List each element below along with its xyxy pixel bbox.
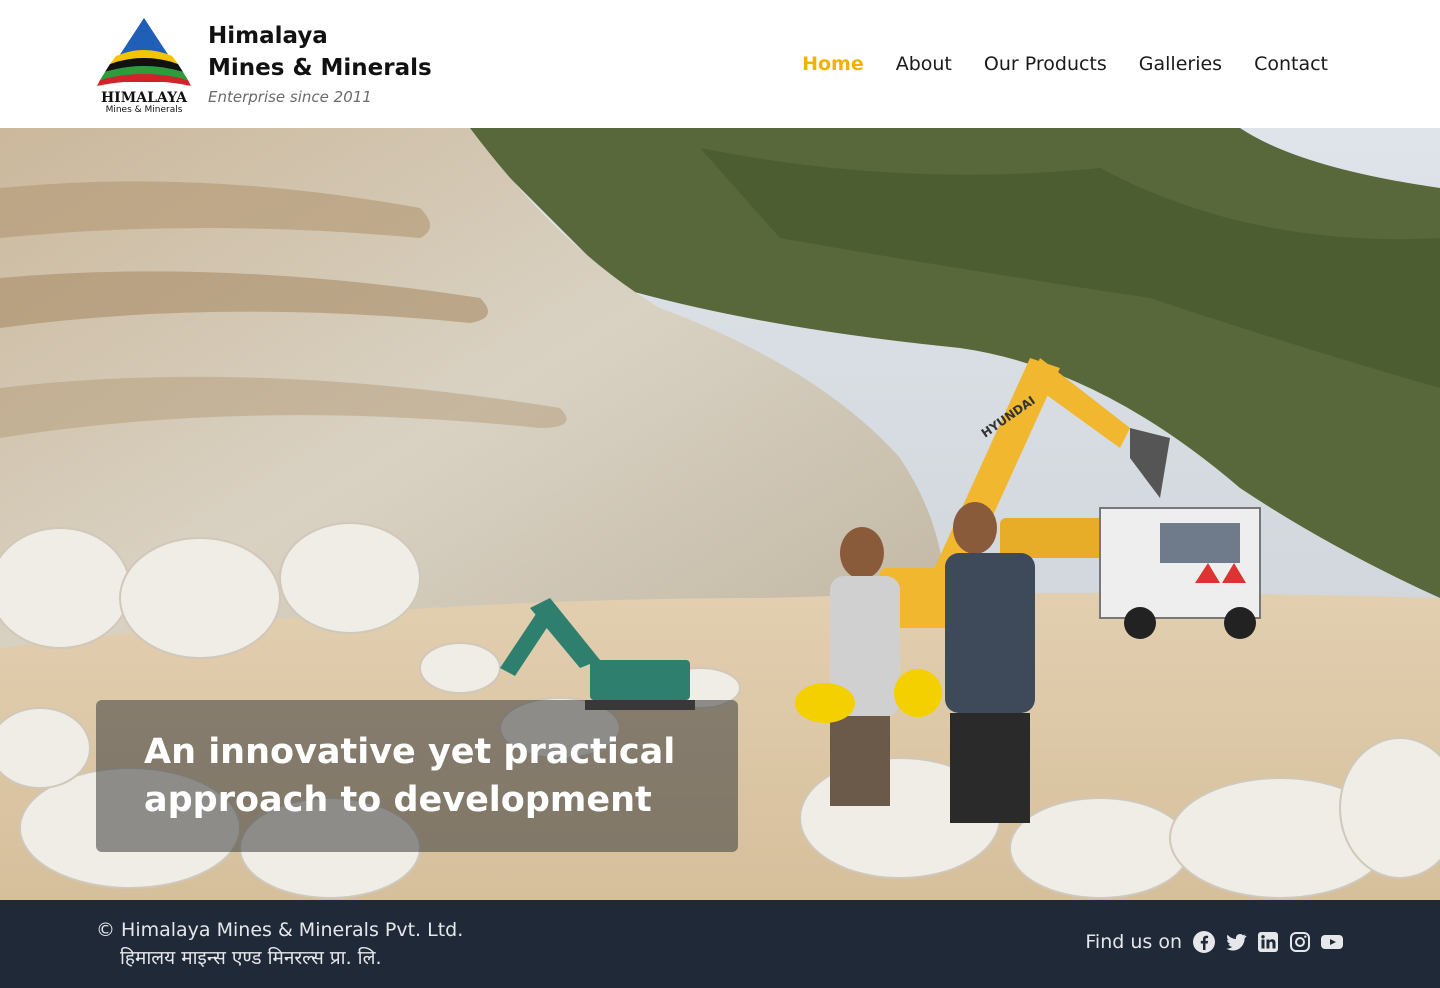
twitter-icon[interactable] [1224,930,1248,954]
linkedin-icon[interactable] [1256,930,1280,954]
social-links: Find us on [1085,930,1344,954]
logo-mountain-icon: HIMALAYA Mines & Minerals [97,18,191,115]
brand-name-line2[interactable]: Mines & Minerals [208,52,432,84]
nav-contact[interactable]: Contact [1254,50,1328,78]
hero-banner: HYUNDAI An innovative yet practical appr… [0,128,1440,900]
hero-caption-box: An innovative yet practical approach to … [96,700,738,852]
copyright-en: © Himalaya Mines & Minerals Pvt. Ltd. [96,919,464,941]
site-header: HIMALAYA Mines & Minerals Himalaya Mines… [0,0,1440,128]
main-nav: Home About Our Products Galleries Contac… [802,50,1328,78]
logo-subtext: Mines & Minerals [106,105,183,114]
nav-our-products[interactable]: Our Products [984,50,1107,78]
company-logo[interactable]: HIMALAYA Mines & Minerals [96,16,192,115]
hero-caption-line1: An innovative yet practical [144,732,676,772]
hero-caption-line2: approach to development [144,780,652,820]
find-us-label: Find us on [1085,931,1182,953]
instagram-icon[interactable] [1288,930,1312,954]
logo-text: HIMALAYA [101,90,188,106]
brand-tagline: Enterprise since 2011 [208,88,372,106]
facebook-icon[interactable] [1192,930,1216,954]
copyright-text: © Himalaya Mines & Minerals Pvt. Ltd. हि… [96,916,463,972]
site-footer: © Himalaya Mines & Minerals Pvt. Ltd. हि… [0,900,1440,988]
youtube-icon[interactable] [1320,930,1344,954]
copyright-np: हिमालय माइन्स एण्ड मिनरल्स प्रा. लि. [120,947,382,969]
nav-galleries[interactable]: Galleries [1139,50,1222,78]
nav-about[interactable]: About [896,50,952,78]
brand-block: Himalaya Mines & Minerals Enterprise sin… [208,20,432,106]
nav-home[interactable]: Home [802,50,864,78]
brand-name-line1[interactable]: Himalaya [208,20,432,52]
